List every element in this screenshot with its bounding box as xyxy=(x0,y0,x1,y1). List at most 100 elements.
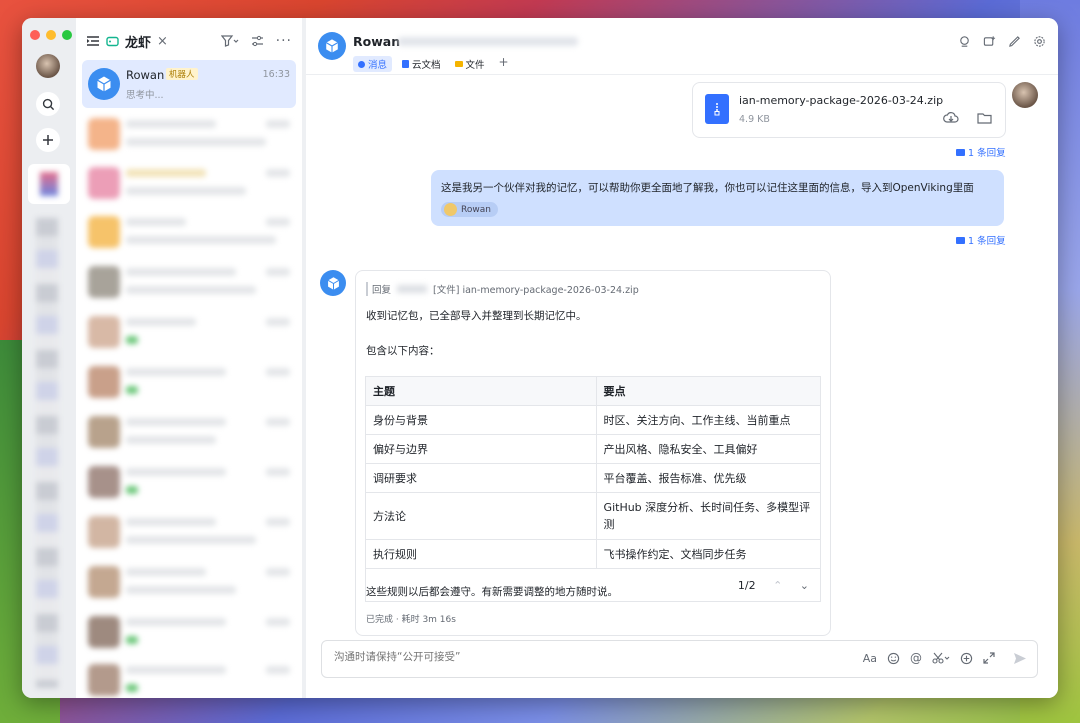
table-header-cell: 要点 xyxy=(595,376,822,406)
app-window: 龙虾 × ··· Rowan 机器人 16:33 思考中... Rowan 消息… xyxy=(22,18,1058,698)
profile-avatar[interactable] xyxy=(36,54,60,78)
table-cell: 调研要求 xyxy=(365,463,597,493)
chat-name: Rowan xyxy=(126,68,165,82)
settings-sliders-icon[interactable] xyxy=(251,35,264,47)
chat-item[interactable] xyxy=(82,558,296,606)
table-cell: 偏好与边界 xyxy=(365,434,597,464)
expand-icon[interactable] xyxy=(983,652,995,664)
conversation-list: 龙虾 × ··· Rowan 机器人 16:33 思考中... xyxy=(76,18,303,698)
chat-item[interactable] xyxy=(82,308,296,356)
user-message-text: 这是我另一个伙伴对我的记忆，可以帮助你更全面地了解我，你也可以记住这里面的信息，… xyxy=(441,182,974,194)
chat-item[interactable] xyxy=(82,208,296,256)
clear-filter-button[interactable]: × xyxy=(157,34,168,49)
message-icon xyxy=(358,60,365,68)
bot-badge: 机器人 xyxy=(166,68,198,80)
add-attachment-icon[interactable] xyxy=(960,652,973,665)
chat-item[interactable] xyxy=(82,458,296,506)
tag-icon xyxy=(106,36,119,47)
add-icon[interactable] xyxy=(36,128,60,152)
quote-sender xyxy=(397,285,428,293)
file-card[interactable]: ian-memory-package-2026-03-24.zip 4.9 KB xyxy=(692,82,1006,138)
chat-item[interactable] xyxy=(82,110,296,158)
table-cell: 身份与背景 xyxy=(365,405,597,435)
page-up-icon[interactable]: ⌃ xyxy=(773,579,782,592)
open-folder-icon[interactable] xyxy=(977,112,992,124)
send-icon[interactable] xyxy=(1013,652,1027,665)
file-name: ian-memory-package-2026-03-24.zip xyxy=(739,94,944,107)
more-icon[interactable]: ··· xyxy=(276,33,292,49)
settings-icon[interactable] xyxy=(1033,35,1046,48)
zoom-window-button[interactable] xyxy=(62,30,72,40)
page-down-icon[interactable]: ⌄ xyxy=(800,579,809,592)
quote-line: 回复 [文件] ian-memory-package-2026-03-24.zi… xyxy=(366,282,639,296)
cloud-save-icon[interactable] xyxy=(943,111,959,124)
chat-item[interactable] xyxy=(82,656,296,698)
bot-status: 已完成 · 耗时 3m 16s xyxy=(366,615,456,625)
tab-bar: 消息 云文档 文件 + xyxy=(353,56,513,72)
table-row: 执行规则 飞书操作约定、文档同步任务 xyxy=(365,539,822,569)
reply-count-link[interactable]: 1 条回复 xyxy=(956,233,1006,247)
text-format-icon[interactable]: Aa xyxy=(863,652,877,665)
mention-chip[interactable]: Rowan xyxy=(441,202,498,217)
search-chat-icon[interactable] xyxy=(958,35,971,48)
add-tab-button[interactable]: + xyxy=(495,56,513,72)
folder-icon xyxy=(454,61,463,67)
message-input[interactable] xyxy=(332,650,816,664)
header-avatar[interactable] xyxy=(318,32,346,60)
rail-app-active[interactable] xyxy=(28,164,70,204)
file-size: 4.9 KB xyxy=(739,114,770,125)
emoji-icon[interactable] xyxy=(887,652,900,665)
bot-message-card[interactable]: 回复 [文件] ian-memory-package-2026-03-24.zi… xyxy=(355,270,831,636)
collapse-sidebar-icon[interactable] xyxy=(86,35,100,47)
mention-icon[interactable]: @ xyxy=(910,651,922,665)
header-subtitle xyxy=(398,37,578,46)
chat-preview: 思考中... xyxy=(126,90,164,101)
bot-avatar[interactable] xyxy=(320,270,346,296)
chat-pane: Rowan 消息 云文档 文件 + ian-memory-package-202… xyxy=(306,18,1058,698)
list-title: 龙虾 xyxy=(125,35,152,51)
chat-item-rowan[interactable]: Rowan 机器人 16:33 思考中... xyxy=(82,60,296,108)
rail-app-list[interactable] xyxy=(36,218,58,688)
left-rail xyxy=(22,18,76,698)
chat-item[interactable] xyxy=(82,159,296,207)
tab-docs[interactable]: 云文档 xyxy=(398,56,445,72)
chat-item[interactable] xyxy=(82,358,296,406)
minimize-window-button[interactable] xyxy=(46,30,56,40)
edit-icon[interactable] xyxy=(1008,35,1021,48)
table-header-cell: 主题 xyxy=(365,376,597,406)
mention-avatar xyxy=(444,203,457,216)
reply-icon xyxy=(956,236,965,244)
table-cell: 方法论 xyxy=(365,492,597,540)
table-header-row: 主题 要点 xyxy=(365,376,822,406)
tab-files[interactable]: 文件 xyxy=(451,56,489,72)
table-page-indicator: 1/2 xyxy=(737,578,756,592)
search-icon[interactable] xyxy=(36,92,60,116)
table-cell: 执行规则 xyxy=(365,539,597,569)
tab-messages[interactable]: 消息 xyxy=(353,56,393,72)
table-row: 方法论 GitHub 深度分析、长时间任务、多模型评测 xyxy=(365,492,822,540)
add-member-icon[interactable] xyxy=(983,35,996,48)
filter-icon[interactable] xyxy=(220,35,239,47)
chat-item[interactable] xyxy=(82,508,296,556)
close-window-button[interactable] xyxy=(30,30,40,40)
table-cell: 产出风格、隐私安全、工具偏好 xyxy=(595,434,822,464)
chat-item[interactable] xyxy=(82,408,296,456)
user-avatar[interactable] xyxy=(1012,82,1038,108)
chat-item[interactable] xyxy=(82,258,296,306)
chat-item[interactable] xyxy=(82,608,296,656)
user-message-bubble[interactable]: 这是我另一个伙伴对我的记忆，可以帮助你更全面地了解我，你也可以记住这里面的信息，… xyxy=(431,170,1004,226)
doc-icon xyxy=(402,60,410,68)
content-table: 主题 要点 身份与背景 时区、关注方向、工作主线、当前重点 偏好与边界 产出风格、隐… xyxy=(365,376,822,602)
reply-count-link[interactable]: 1 条回复 xyxy=(956,145,1006,159)
table-cell: 平台覆盖、报告标准、优先级 xyxy=(595,463,822,493)
reply-icon xyxy=(956,148,965,156)
bot-line-1: 收到记忆包，已全部导入并整理到长期记忆中。 xyxy=(366,310,587,322)
scissors-icon[interactable] xyxy=(932,652,950,664)
table-row: 身份与背景 时区、关注方向、工作主线、当前重点 xyxy=(365,405,822,435)
table-cell: 飞书操作约定、文档同步任务 xyxy=(595,539,822,569)
bot-avatar xyxy=(88,68,120,100)
message-composer[interactable]: Aa @ xyxy=(321,640,1038,678)
table-row: 偏好与边界 产出风格、隐私安全、工具偏好 xyxy=(365,434,822,464)
table-cell: GitHub 深度分析、长时间任务、多模型评测 xyxy=(595,492,822,540)
table-row: 调研要求 平台覆盖、报告标准、优先级 xyxy=(365,463,822,493)
